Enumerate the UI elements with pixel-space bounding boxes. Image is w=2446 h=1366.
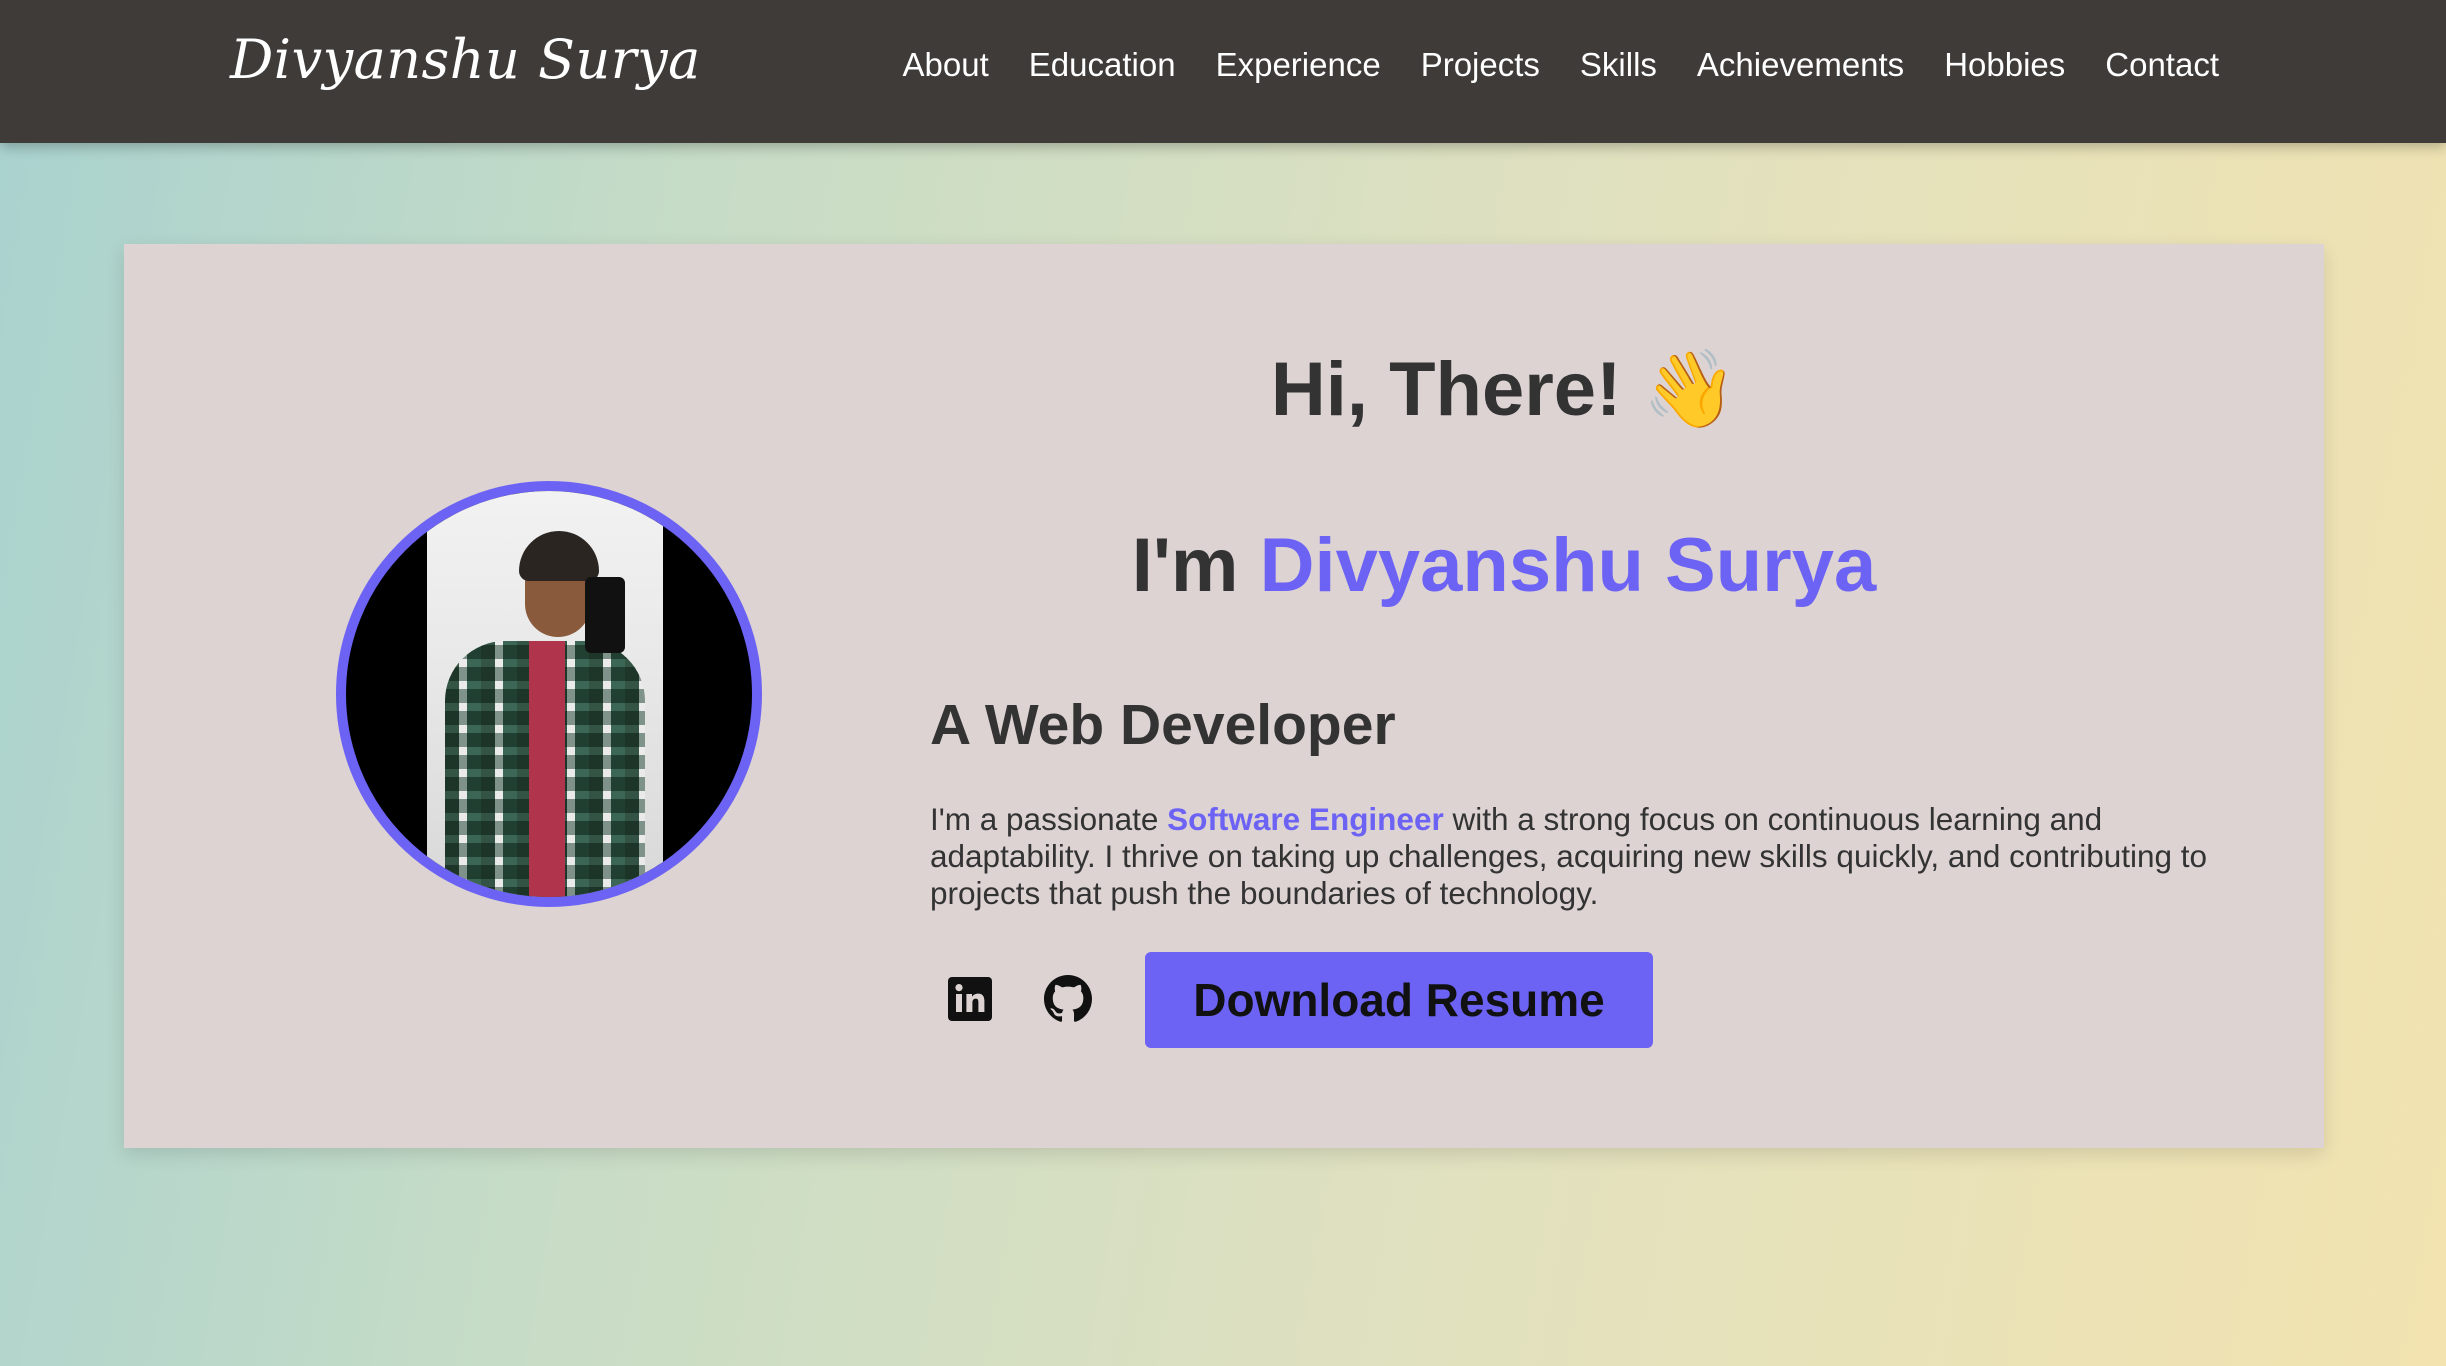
nav-link-projects[interactable]: Projects (1421, 46, 1540, 84)
nav-links: About Education Experience Projects Skil… (903, 46, 2219, 84)
github-icon[interactable] (1044, 975, 1092, 1023)
nav-link-about[interactable]: About (903, 46, 989, 84)
intro-heading: I'm Divyanshu Surya (684, 522, 2324, 609)
nav-link-hobbies[interactable]: Hobbies (1944, 46, 2065, 84)
social-links (946, 975, 1092, 1023)
bio-paragraph: I'm a passionate Software Engineer with … (930, 801, 2220, 912)
nav-link-achievements[interactable]: Achievements (1697, 46, 1904, 84)
greeting-heading: Hi, There! 👋 (1270, 347, 1738, 432)
intro-prefix: I'm (1131, 523, 1260, 608)
nav-link-experience[interactable]: Experience (1216, 46, 1381, 84)
nav-link-skills[interactable]: Skills (1580, 46, 1657, 84)
nav-link-contact[interactable]: Contact (2105, 46, 2219, 84)
navbar: Divyanshu Surya About Education Experien… (0, 0, 2446, 143)
bio-highlight: Software Engineer (1167, 801, 1444, 837)
bio-text-start: I'm a passionate (930, 801, 1168, 837)
linkedin-icon[interactable] (946, 975, 994, 1023)
download-resume-button[interactable]: Download Resume (1145, 952, 1653, 1048)
hero-card: Hi, There! 👋 I'm Divyanshu Surya A Web D… (124, 244, 2324, 1148)
role-heading: A Web Developer (930, 693, 1396, 757)
profile-photo-image (427, 491, 663, 897)
intro-name: Divyanshu Surya (1259, 523, 1877, 608)
nav-link-education[interactable]: Education (1029, 46, 1176, 84)
brand-logo[interactable]: Divyanshu Surya (230, 28, 701, 91)
